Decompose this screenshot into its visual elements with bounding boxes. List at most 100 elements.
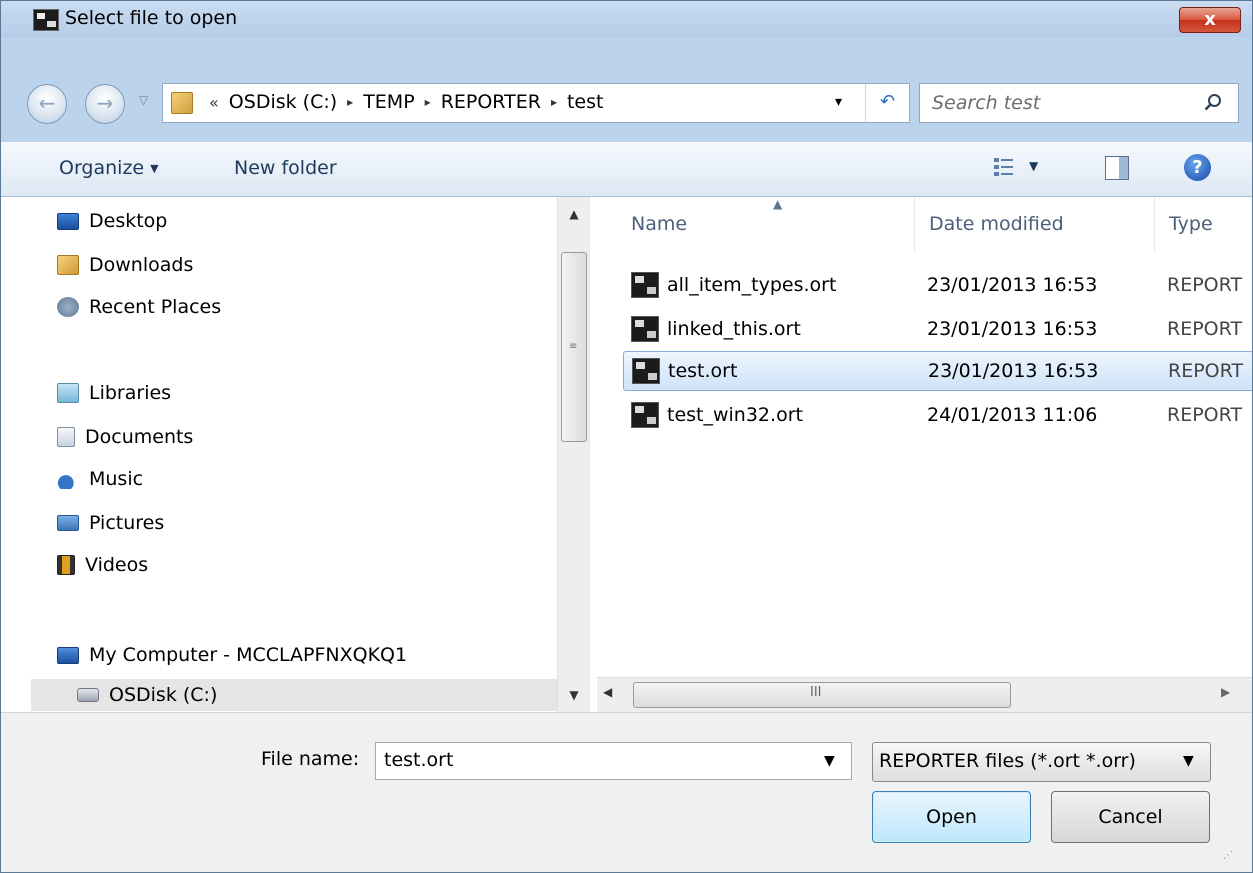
search-placeholder: Search test <box>932 92 1041 114</box>
folder-icon <box>171 92 193 114</box>
back-button[interactable]: ← <box>27 84 67 124</box>
file-list-scrollbar[interactable]: ◀ III ▶ <box>597 677 1252 712</box>
scrollbar-thumb[interactable]: ≡ <box>561 252 587 442</box>
nav-item-videos[interactable]: Videos <box>57 549 148 581</box>
organize-button[interactable]: Organize ▼ <box>59 157 159 179</box>
file-type: REPORT <box>1167 404 1243 426</box>
file-name: linked_this.ort <box>667 318 801 340</box>
breadcrumb-osdisk[interactable]: OSDisk (C:) <box>229 91 337 113</box>
nav-pane-scrollbar[interactable]: ▲ ≡ ▼ <box>557 197 589 712</box>
nav-item-documents[interactable]: Documents <box>57 421 193 453</box>
file-name-label: File name: <box>261 748 360 770</box>
file-type: REPORT <box>1168 360 1244 382</box>
pictures-icon <box>57 515 79 531</box>
file-row[interactable]: linked_this.ort 23/01/2013 16:53 REPORT <box>623 309 1252 349</box>
file-date: 23/01/2013 16:53 <box>927 318 1098 340</box>
forward-button[interactable]: → <box>85 84 125 124</box>
report-file-icon <box>631 402 659 428</box>
title-bar[interactable]: Select file to open x <box>1 1 1252 37</box>
downloads-folder-icon <box>57 255 79 275</box>
close-button[interactable]: x <box>1179 7 1241 33</box>
new-folder-button[interactable]: New folder <box>234 157 337 179</box>
file-name: all_item_types.ort <box>667 274 837 296</box>
open-file-dialog: Select file to open x ← → ▽ « OSDisk (C:… <box>0 0 1253 873</box>
breadcrumb-separator-icon[interactable]: ▸ <box>347 95 353 109</box>
nav-item-libraries[interactable]: Libraries <box>57 377 171 409</box>
search-icon[interactable] <box>1204 93 1222 111</box>
recent-locations-dropdown[interactable]: ▽ <box>139 93 148 107</box>
file-list: ▲ Name Date modified Type all_item_types… <box>597 197 1252 677</box>
breadcrumb-separator-icon[interactable]: ▸ <box>551 95 557 109</box>
address-bar[interactable]: « OSDisk (C:) ▸ TEMP ▸ REPORTER ▸ test ▾… <box>162 83 910 123</box>
file-name: test_win32.ort <box>667 404 803 426</box>
nav-item-label: Documents <box>85 426 194 448</box>
file-row-selected[interactable]: test.ort 23/01/2013 16:53 REPORT <box>623 351 1252 391</box>
scroll-right-icon[interactable]: ▶ <box>1221 685 1230 699</box>
navigation-bar: ← → ▽ « OSDisk (C:) ▸ TEMP ▸ REPORTER ▸ … <box>1 37 1252 125</box>
nav-item-recent-places[interactable]: Recent Places <box>57 291 221 323</box>
videos-icon <box>57 555 75 575</box>
scroll-left-icon[interactable]: ◀ <box>603 685 612 699</box>
nav-item-label: Videos <box>85 554 149 576</box>
refresh-button[interactable]: ↶ <box>865 84 909 122</box>
breadcrumb-overflow[interactable]: « <box>209 93 219 112</box>
breadcrumb-separator-icon[interactable]: ▸ <box>425 95 431 109</box>
column-header-name[interactable]: Name <box>597 197 915 253</box>
nav-item-label: Downloads <box>89 254 194 276</box>
music-icon <box>57 469 79 489</box>
file-date: 23/01/2013 16:53 <box>928 360 1099 382</box>
file-row[interactable]: test_win32.ort 24/01/2013 11:06 REPORT <box>623 395 1252 435</box>
documents-icon <box>57 427 75 447</box>
report-file-icon <box>631 272 659 298</box>
file-type: REPORT <box>1167 318 1243 340</box>
breadcrumb-reporter[interactable]: REPORTER <box>441 91 541 113</box>
file-row[interactable]: all_item_types.ort 23/01/2013 16:53 REPO… <box>623 265 1252 305</box>
help-icon[interactable]: ? <box>1184 154 1211 181</box>
scroll-up-icon[interactable]: ▲ <box>558 197 590 231</box>
nav-item-pictures[interactable]: Pictures <box>57 507 164 539</box>
file-type: REPORT <box>1167 274 1243 296</box>
nav-item-downloads[interactable]: Downloads <box>57 249 193 281</box>
report-file-icon <box>631 316 659 342</box>
file-type-dropdown-icon[interactable]: ▼ <box>1183 753 1194 769</box>
nav-item-desktop[interactable]: Desktop <box>57 205 167 237</box>
nav-item-label: Desktop <box>89 210 168 232</box>
scrollbar-grip-icon: III <box>810 685 822 700</box>
breadcrumb: « OSDisk (C:) ▸ TEMP ▸ REPORTER ▸ test <box>209 91 603 113</box>
scrollbar-thumb[interactable]: III <box>633 682 1011 708</box>
file-name-dropdown-icon[interactable]: ▼ <box>824 753 835 769</box>
open-button[interactable]: Open <box>872 791 1031 843</box>
nav-item-music[interactable]: Music <box>57 463 143 495</box>
address-dropdown-icon[interactable]: ▾ <box>835 94 842 110</box>
nav-item-my-computer[interactable]: My Computer - MCCLAPFNXQKQ1 <box>57 639 407 671</box>
column-header-type[interactable]: Type <box>1155 197 1252 253</box>
file-date: 24/01/2013 11:06 <box>927 404 1098 426</box>
libraries-icon <box>57 383 79 403</box>
scroll-down-icon[interactable]: ▼ <box>558 678 590 712</box>
pane-splitter[interactable] <box>589 197 597 712</box>
breadcrumb-test[interactable]: test <box>567 91 604 113</box>
nav-item-label: My Computer - MCCLAPFNXQKQ1 <box>89 644 408 666</box>
search-input[interactable]: Search test <box>919 83 1239 123</box>
nav-item-label: OSDisk (C:) <box>109 684 218 706</box>
change-view-icon[interactable] <box>993 156 1015 178</box>
report-file-icon <box>632 358 660 384</box>
resize-grip-icon[interactable]: ⋰ <box>1223 850 1233 861</box>
organize-label: Organize <box>59 157 145 179</box>
file-date: 23/01/2013 16:53 <box>927 274 1098 296</box>
navigation-pane: Desktop Downloads Recent Places Librarie… <box>1 197 589 712</box>
dialog-footer: File name: test.ort ▼ REPORTER files (*.… <box>1 712 1252 872</box>
nav-item-osdisk[interactable]: OSDisk (C:) <box>31 679 557 711</box>
file-type-select[interactable]: REPORTER files (*.ort *.orr) ▼ <box>872 742 1211 782</box>
recent-places-icon <box>57 297 79 317</box>
column-header-date-modified[interactable]: Date modified <box>915 197 1155 253</box>
cancel-button[interactable]: Cancel <box>1051 791 1210 843</box>
views-dropdown-icon[interactable]: ▼ <box>1029 159 1038 173</box>
file-type-value: REPORTER files (*.ort *.orr) <box>879 750 1136 772</box>
file-name-field[interactable]: test.ort ▼ <box>375 742 852 780</box>
chevron-down-icon: ▼ <box>150 162 159 175</box>
file-name-value: test.ort <box>384 749 454 771</box>
preview-pane-icon[interactable] <box>1105 156 1129 180</box>
breadcrumb-temp[interactable]: TEMP <box>363 91 414 113</box>
window-title: Select file to open <box>65 7 238 29</box>
